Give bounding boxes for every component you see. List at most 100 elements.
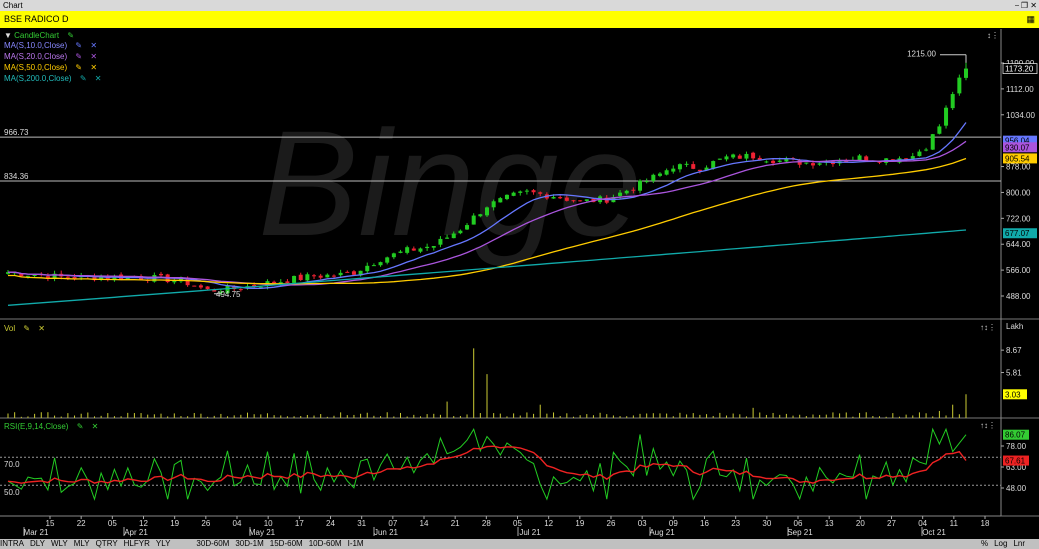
price-tick-label: 1034.00 bbox=[1006, 111, 1035, 120]
interval-button-i-1m[interactable]: I-1M bbox=[348, 539, 364, 548]
candle-body bbox=[285, 281, 290, 284]
candle-body bbox=[731, 154, 736, 158]
candle-body bbox=[371, 265, 376, 267]
candle-body bbox=[205, 286, 210, 290]
period-button-dly[interactable]: DLY bbox=[30, 539, 45, 548]
candle-body bbox=[584, 199, 589, 201]
candle-body bbox=[771, 160, 776, 164]
period-button-intra[interactable]: INTRA bbox=[0, 539, 24, 548]
candle-body bbox=[937, 126, 942, 134]
candle-body bbox=[764, 161, 769, 163]
horizontal-line-label: 966.73 bbox=[4, 128, 29, 137]
candle-body bbox=[431, 245, 436, 248]
candle-body bbox=[531, 190, 536, 193]
candle-body bbox=[857, 155, 862, 160]
price-tick-label: 644.00 bbox=[1006, 240, 1031, 249]
chart-canvas[interactable]: Binge1190.001112.001034.00878.00800.0072… bbox=[0, 0, 1039, 549]
candle-body bbox=[491, 201, 496, 208]
candle-body bbox=[638, 180, 643, 191]
candle-body bbox=[411, 248, 416, 251]
price-tag: 930.07 bbox=[1005, 143, 1030, 152]
candle-body bbox=[438, 238, 443, 245]
candle-body bbox=[624, 190, 629, 194]
candle-body bbox=[817, 163, 822, 165]
month-label: Aug 21 bbox=[649, 528, 675, 537]
candle-body bbox=[345, 271, 350, 273]
price-tick-label: 566.00 bbox=[1006, 266, 1031, 275]
x-tick-label: 04 bbox=[233, 519, 242, 528]
interval-button-15d-60m[interactable]: 15D-60M bbox=[270, 539, 303, 548]
price-tick-label: 488.00 bbox=[1006, 292, 1031, 301]
x-tick-label: 03 bbox=[638, 519, 647, 528]
x-tick-label: 07 bbox=[388, 519, 397, 528]
period-button-hlfyr[interactable]: HLFYR bbox=[124, 539, 150, 548]
candle-body bbox=[684, 163, 689, 165]
candle-body bbox=[292, 275, 297, 283]
candle-body bbox=[810, 163, 815, 166]
candle-body bbox=[677, 164, 682, 170]
interval-button-10d-60m[interactable]: 10D-60M bbox=[309, 539, 342, 548]
candle-body bbox=[378, 262, 383, 266]
candle-body bbox=[272, 281, 277, 284]
candle-body bbox=[498, 198, 503, 203]
candle-body bbox=[32, 275, 37, 277]
rsi-tick-label: 78.00 bbox=[1006, 442, 1027, 451]
period-button-yly[interactable]: YLY bbox=[156, 539, 171, 548]
x-tick-label: 15 bbox=[46, 519, 55, 528]
candle-body bbox=[671, 168, 676, 172]
candle-body bbox=[957, 77, 962, 94]
candle-body bbox=[964, 68, 968, 78]
candle-body bbox=[910, 156, 915, 159]
candle-body bbox=[504, 194, 509, 200]
x-tick-label: 13 bbox=[825, 519, 834, 528]
candle-body bbox=[917, 151, 922, 157]
candle-body bbox=[657, 173, 662, 176]
x-tick-label: 23 bbox=[731, 519, 740, 528]
scale-button--[interactable]: % bbox=[981, 539, 988, 548]
bottom-toolbar: INTRA DLY WLY MLY QTRY HLFYR YLY 30D-60M 30D-1M 1… bbox=[0, 539, 1039, 549]
month-label: Jul 21 bbox=[519, 528, 541, 537]
interval-button-30d-60m[interactable]: 30D-60M bbox=[196, 539, 229, 548]
vol-tick-label: 5.81 bbox=[1006, 369, 1022, 378]
candle-body bbox=[425, 246, 430, 249]
rsi-signal-line bbox=[7, 445, 967, 484]
x-tick-label: 28 bbox=[482, 519, 491, 528]
vol-tick-label: 8.67 bbox=[1006, 346, 1022, 355]
candle-body bbox=[318, 275, 323, 278]
x-tick-label: 05 bbox=[108, 519, 117, 528]
x-tick-label: 26 bbox=[201, 519, 210, 528]
candle-body bbox=[192, 285, 197, 287]
rsi-tick-label: 48.00 bbox=[1006, 484, 1027, 493]
candle-body bbox=[385, 257, 390, 263]
period-button-wly[interactable]: WLY bbox=[51, 539, 68, 548]
interval-button-30d-1m[interactable]: 30D-1M bbox=[235, 539, 263, 548]
candle-body bbox=[331, 275, 336, 277]
candle-body bbox=[737, 155, 742, 159]
scale-button-log[interactable]: Log bbox=[994, 539, 1007, 548]
candle-body bbox=[924, 149, 929, 151]
scale-button-lnr[interactable]: Lnr bbox=[1013, 539, 1025, 548]
horizontal-line-label: 834.36 bbox=[4, 172, 29, 181]
candle-body bbox=[325, 274, 330, 278]
period-button-qtry[interactable]: QTRY bbox=[96, 539, 118, 548]
candle-body bbox=[351, 271, 356, 275]
x-tick-label: 19 bbox=[170, 519, 179, 528]
price-tag: 905.54 bbox=[1005, 154, 1030, 163]
candle-body bbox=[558, 197, 563, 199]
candle-body bbox=[664, 170, 669, 175]
rsi-level-label: 70.0 bbox=[4, 460, 20, 469]
x-tick-label: 24 bbox=[326, 519, 335, 528]
x-tick-label: 30 bbox=[762, 519, 771, 528]
watermark: Binge bbox=[258, 99, 642, 267]
candle-body bbox=[751, 152, 756, 159]
month-label: Mar 21 bbox=[24, 528, 49, 537]
candle-body bbox=[312, 275, 317, 277]
period-button-mly[interactable]: MLY bbox=[74, 539, 90, 548]
candle-body bbox=[518, 191, 523, 193]
candle-body bbox=[804, 162, 809, 164]
candle-body bbox=[465, 225, 470, 230]
rsi-tag: 86.07 bbox=[1005, 431, 1026, 440]
month-label: Jun 21 bbox=[374, 528, 399, 537]
candle-body bbox=[445, 237, 450, 239]
candle-body bbox=[398, 251, 403, 253]
